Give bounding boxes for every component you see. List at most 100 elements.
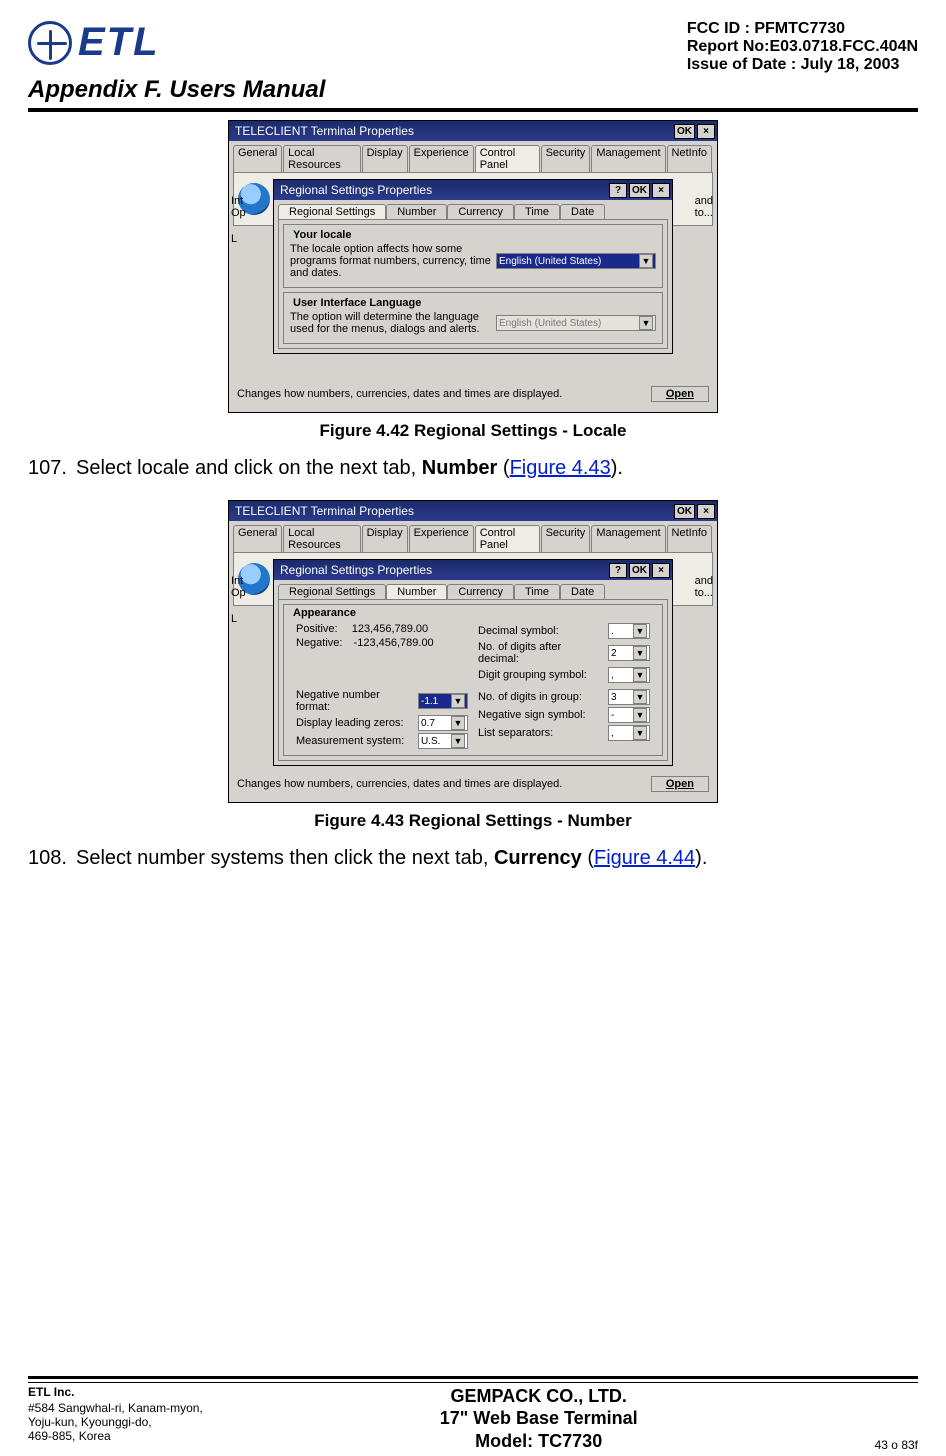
tab-regional-settings[interactable]: Regional Settings [278,204,386,219]
step-108: 108. Select number systems then click th… [28,847,918,870]
locale-select[interactable]: English (United States) ▼ [496,253,656,269]
tab-time[interactable]: Time [514,204,560,219]
logo-text: ETL [78,20,160,65]
header-meta: FCC ID : PFMTC7730 Report No:E03.0718.FC… [687,20,918,74]
chevron-down-icon[interactable]: ▼ [633,708,647,722]
list-sep-label: List separators: [478,727,604,739]
figure-link[interactable]: Figure 4.44 [594,847,695,869]
tab-number[interactable]: Number [386,204,447,219]
chevron-down-icon[interactable]: ▼ [451,716,465,730]
logo: ETL [28,20,160,65]
tab-local-resources[interactable]: Local Resources [283,525,360,552]
tab-regional-settings[interactable]: Regional Settings [278,584,386,599]
uilang-value: English (United States) [499,318,601,329]
screenshot-locale: TELECLIENT Terminal Properties OK × Gene… [228,120,718,413]
outer-window-title: TELECLIENT Terminal Properties [231,124,672,138]
tab-currency[interactable]: Currency [447,584,514,599]
grp-num-label: No. of digits in group: [478,691,604,703]
tab-date[interactable]: Date [560,584,605,599]
ok-button[interactable]: OK [674,124,695,139]
meas-label: Measurement system: [296,735,414,747]
dec-sym-select[interactable]: .▼ [608,623,650,639]
chevron-down-icon[interactable]: ▼ [633,690,647,704]
open-button[interactable]: Open [651,386,709,402]
chevron-down-icon[interactable]: ▼ [633,624,647,638]
tab-number[interactable]: Number [386,584,447,599]
tab-experience[interactable]: Experience [409,145,474,172]
tab-local-resources[interactable]: Local Resources [283,145,360,172]
list-sep-select[interactable]: ,▼ [608,725,650,741]
chevron-down-icon: ▼ [639,316,653,330]
close-button[interactable]: × [697,124,715,139]
close-button[interactable]: × [652,563,670,578]
tab-netinfo[interactable]: NetInfo [667,145,712,172]
dec-sym-label: Decimal symbol: [478,625,604,637]
step-number: 107. [28,457,76,480]
tab-control-panel[interactable]: Control Panel [475,525,540,552]
ok-button[interactable]: OK [629,183,650,198]
tab-date[interactable]: Date [560,204,605,219]
close-button[interactable]: × [652,183,670,198]
tab-display[interactable]: Display [362,145,408,172]
tab-time[interactable]: Time [514,584,560,599]
neg-sign-select[interactable]: -▼ [608,707,650,723]
page-footer: ETL Inc. #584 Sangwhal-ri, Kanam-myon, Y… [28,1376,918,1453]
tab-display[interactable]: Display [362,525,408,552]
dec-digits-value: 2 [611,648,617,659]
tab-security[interactable]: Security [541,145,591,172]
page-number: 43 o 83f [875,1438,918,1452]
tab-currency[interactable]: Currency [447,204,514,219]
appearance-legend: Appearance [290,607,359,619]
status-text: Changes how numbers, currencies, dates a… [237,778,562,790]
chevron-down-icon[interactable]: ▼ [633,646,647,660]
meas-select[interactable]: U.S.▼ [418,733,468,749]
tab-netinfo[interactable]: NetInfo [667,525,712,552]
step-bold: Number [422,457,498,479]
grp-num-select[interactable]: 3▼ [608,689,650,705]
zero-select[interactable]: 0.7▼ [418,715,468,731]
dec-sym-value: . [611,626,614,637]
chevron-down-icon[interactable]: ▼ [451,694,465,708]
chevron-down-icon[interactable]: ▼ [633,668,647,682]
open-button[interactable]: Open [651,776,709,792]
neg-fmt-value: -1.1 [421,696,438,707]
dlg-tabs: Regional Settings Number Currency Time D… [278,584,668,599]
footer-center: Model: TC7730 [203,1430,875,1453]
figure-link[interactable]: Figure 4.43 [510,457,611,479]
locale-desc: The locale option affects how some progr… [290,243,492,279]
dec-digits-select[interactable]: 2▼ [608,645,650,661]
ok-button[interactable]: OK [629,563,650,578]
footer-address: #584 Sangwhal-ri, Kanam-myon, [28,1401,203,1415]
report-no: Report No:E03.0718.FCC.404N [687,38,918,56]
neg-fmt-select[interactable]: -1.1 ▼ [418,693,468,709]
neg-sign-label: Negative sign symbol: [478,709,604,721]
tab-control-panel[interactable]: Control Panel [475,145,540,172]
your-locale-legend: Your locale [290,229,354,241]
neg-fmt-label: Negative number format: [296,689,414,713]
screenshot-number: TELECLIENT Terminal Properties OK × Gene… [228,500,718,803]
tab-security[interactable]: Security [541,525,591,552]
positive-label: Positive: [296,623,338,635]
help-button[interactable]: ? [609,563,627,578]
locale-value: English (United States) [499,256,601,267]
issue-date: Issue of Date : July 18, 2003 [687,56,918,74]
tab-general[interactable]: General [233,525,282,552]
chevron-down-icon[interactable]: ▼ [639,254,653,268]
help-button[interactable]: ? [609,183,627,198]
chevron-down-icon[interactable]: ▼ [451,734,465,748]
step-text: ). [695,847,707,869]
close-button[interactable]: × [697,504,715,519]
dec-digits-label: No. of digits after decimal: [478,641,604,665]
grp-sym-select[interactable]: ,▼ [608,667,650,683]
tab-management[interactable]: Management [591,145,665,172]
step-text: ( [582,847,594,869]
neg-sign-value: - [611,710,614,721]
tab-experience[interactable]: Experience [409,525,474,552]
chevron-down-icon[interactable]: ▼ [633,726,647,740]
tab-management[interactable]: Management [591,525,665,552]
tab-general[interactable]: General [233,145,282,172]
list-sep-value: , [611,728,614,739]
cropped-text: andto... [695,575,713,599]
cropped-text: andto... [695,195,713,219]
ok-button[interactable]: OK [674,504,695,519]
